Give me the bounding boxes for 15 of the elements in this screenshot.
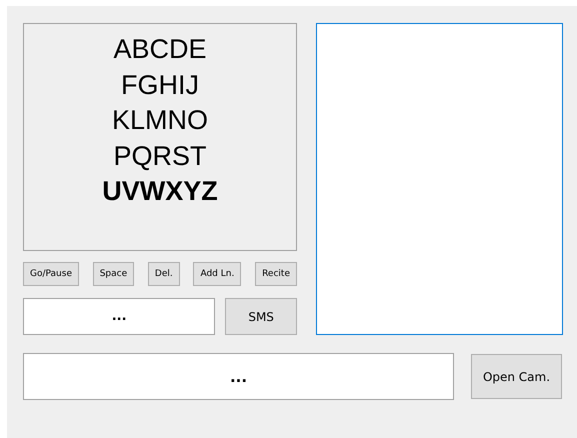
sms-button[interactable]: SMS	[225, 298, 297, 335]
output-text-area[interactable]	[316, 23, 563, 335]
letter-row-text: UVWXYZ	[102, 175, 218, 208]
letter-row-text: PQRST	[113, 140, 206, 172]
input-field[interactable]: ...	[23, 353, 454, 400]
message-field[interactable]: ...	[23, 298, 216, 335]
control-button[interactable]: Add Ln.	[193, 262, 242, 286]
letter-row-text: ABCDE	[113, 33, 207, 66]
control-button[interactable]: Go/Pause	[23, 262, 79, 286]
control-button[interactable]: Space	[92, 262, 134, 286]
control-button[interactable]: Recite	[255, 262, 297, 286]
letter-row-text: KLMNO	[112, 104, 208, 137]
letter-row-text: FGHIJ	[121, 68, 199, 102]
open-camera-button[interactable]: Open Cam.	[471, 354, 562, 399]
control-button[interactable]: Del.	[148, 262, 180, 286]
